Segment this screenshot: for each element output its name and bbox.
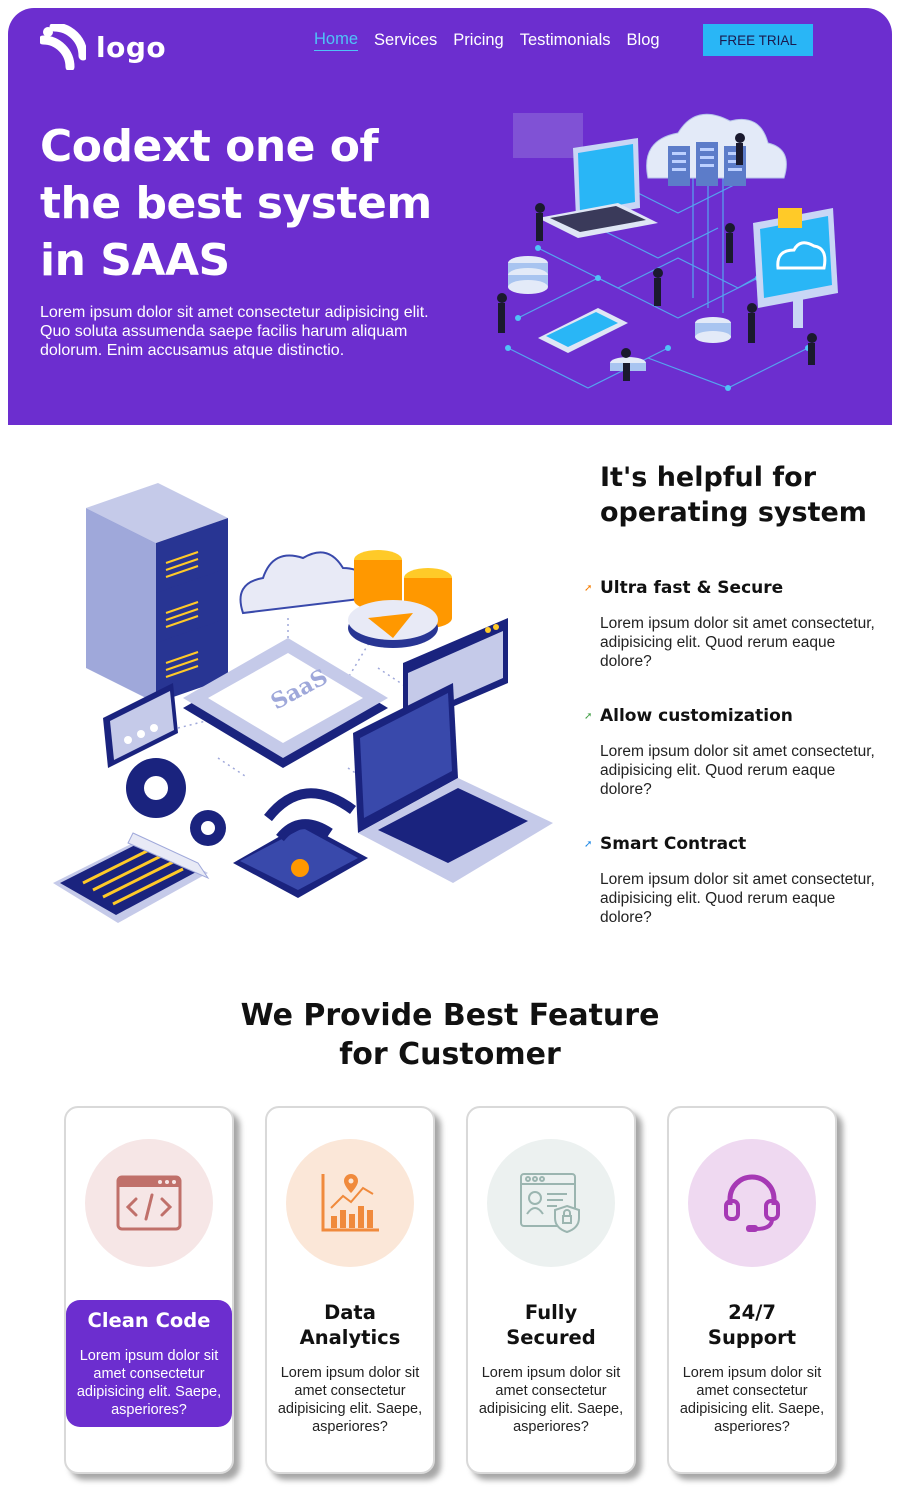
card-title: Clean Code bbox=[87, 1309, 211, 1332]
features-title-line1: We Provide Best Feature bbox=[240, 998, 660, 1033]
card-title: Data Analytics bbox=[299, 1301, 401, 1349]
card-body: Data Analytics Lorem ipsum dolor sit ame… bbox=[267, 1300, 433, 1436]
hero-section: logo Home Services Pricing Testimonials … bbox=[8, 8, 892, 425]
wifi-logo-icon bbox=[40, 24, 86, 70]
nav-blog[interactable]: Blog bbox=[627, 29, 660, 51]
icon-circle bbox=[487, 1139, 615, 1267]
features-section-title: We Provide Best Feature for Customer bbox=[0, 996, 900, 1074]
free-trial-button[interactable]: FREE TRIAL bbox=[703, 24, 813, 56]
feature-item: ➚ Smart Contract Lorem ipsum dolor sit a… bbox=[584, 834, 884, 927]
saas-illustration: SaaS bbox=[53, 483, 553, 923]
card-description: Lorem ipsum dolor sit amet consectetur a… bbox=[478, 1365, 624, 1435]
feature-title: Smart Contract bbox=[600, 834, 747, 854]
helpful-section-title: It's helpful for operating system bbox=[600, 462, 867, 528]
features-title-line2: for Customer bbox=[339, 1037, 561, 1072]
logo[interactable]: logo bbox=[40, 24, 166, 70]
card-body: Fully Secured Lorem ipsum dolor sit amet… bbox=[468, 1300, 634, 1436]
code-window-icon bbox=[116, 1175, 182, 1231]
nav-testimonials[interactable]: Testimonials bbox=[520, 29, 611, 51]
feature-description: Lorem ipsum dolor sit amet consectetur, … bbox=[600, 615, 875, 670]
icon-circle bbox=[286, 1139, 414, 1267]
card-description: Lorem ipsum dolor sit amet consectetur a… bbox=[76, 1348, 222, 1418]
nav-pricing[interactable]: Pricing bbox=[453, 29, 503, 51]
logo-text: logo bbox=[96, 30, 167, 64]
feature-card-clean-code[interactable]: Clean Code Lorem ipsum dolor sit amet co… bbox=[64, 1106, 234, 1474]
feature-title: Ultra fast & Secure bbox=[600, 578, 784, 598]
feature-title: Allow customization bbox=[600, 706, 793, 726]
arrow-icon: ➚ bbox=[584, 838, 593, 850]
feature-card-data-analytics[interactable]: Data Analytics Lorem ipsum dolor sit ame… bbox=[265, 1106, 435, 1474]
main-nav: Home Services Pricing Testimonials Blog bbox=[314, 28, 676, 51]
icon-circle bbox=[85, 1139, 213, 1267]
headset-icon bbox=[724, 1174, 780, 1232]
card-description: Lorem ipsum dolor sit amet consectetur a… bbox=[679, 1365, 825, 1435]
arrow-icon: ➚ bbox=[584, 582, 593, 594]
feature-card-support[interactable]: 24/7 Support Lorem ipsum dolor sit amet … bbox=[667, 1106, 837, 1474]
card-body: Clean Code Lorem ipsum dolor sit amet co… bbox=[66, 1300, 232, 1427]
icon-circle bbox=[688, 1139, 816, 1267]
feature-item: ➚ Allow customization Lorem ipsum dolor … bbox=[584, 706, 884, 799]
nav-home[interactable]: Home bbox=[314, 28, 359, 51]
card-body: 24/7 Support Lorem ipsum dolor sit amet … bbox=[669, 1300, 835, 1436]
feature-card-fully-secured[interactable]: Fully Secured Lorem ipsum dolor sit amet… bbox=[466, 1106, 636, 1474]
analytics-chart-icon bbox=[321, 1174, 379, 1232]
hero-description: Lorem ipsum dolor sit amet consectetur a… bbox=[40, 304, 429, 359]
feature-description: Lorem ipsum dolor sit amet consectetur, … bbox=[600, 871, 875, 926]
cloud-network-illustration bbox=[497, 113, 838, 391]
feature-description: Lorem ipsum dolor sit amet consectetur, … bbox=[600, 743, 875, 798]
card-description: Lorem ipsum dolor sit amet consectetur a… bbox=[277, 1365, 423, 1435]
arrow-icon: ➚ bbox=[584, 710, 593, 722]
card-title: 24/7 Support bbox=[707, 1301, 797, 1349]
hero-title: Codext one of the best system in SAAS bbox=[40, 121, 432, 286]
nav-services[interactable]: Services bbox=[374, 29, 437, 51]
card-title: Fully Secured bbox=[506, 1301, 596, 1349]
secure-profile-icon bbox=[520, 1173, 580, 1234]
feature-item: ➚ Ultra fast & Secure Lorem ipsum dolor … bbox=[584, 578, 884, 671]
